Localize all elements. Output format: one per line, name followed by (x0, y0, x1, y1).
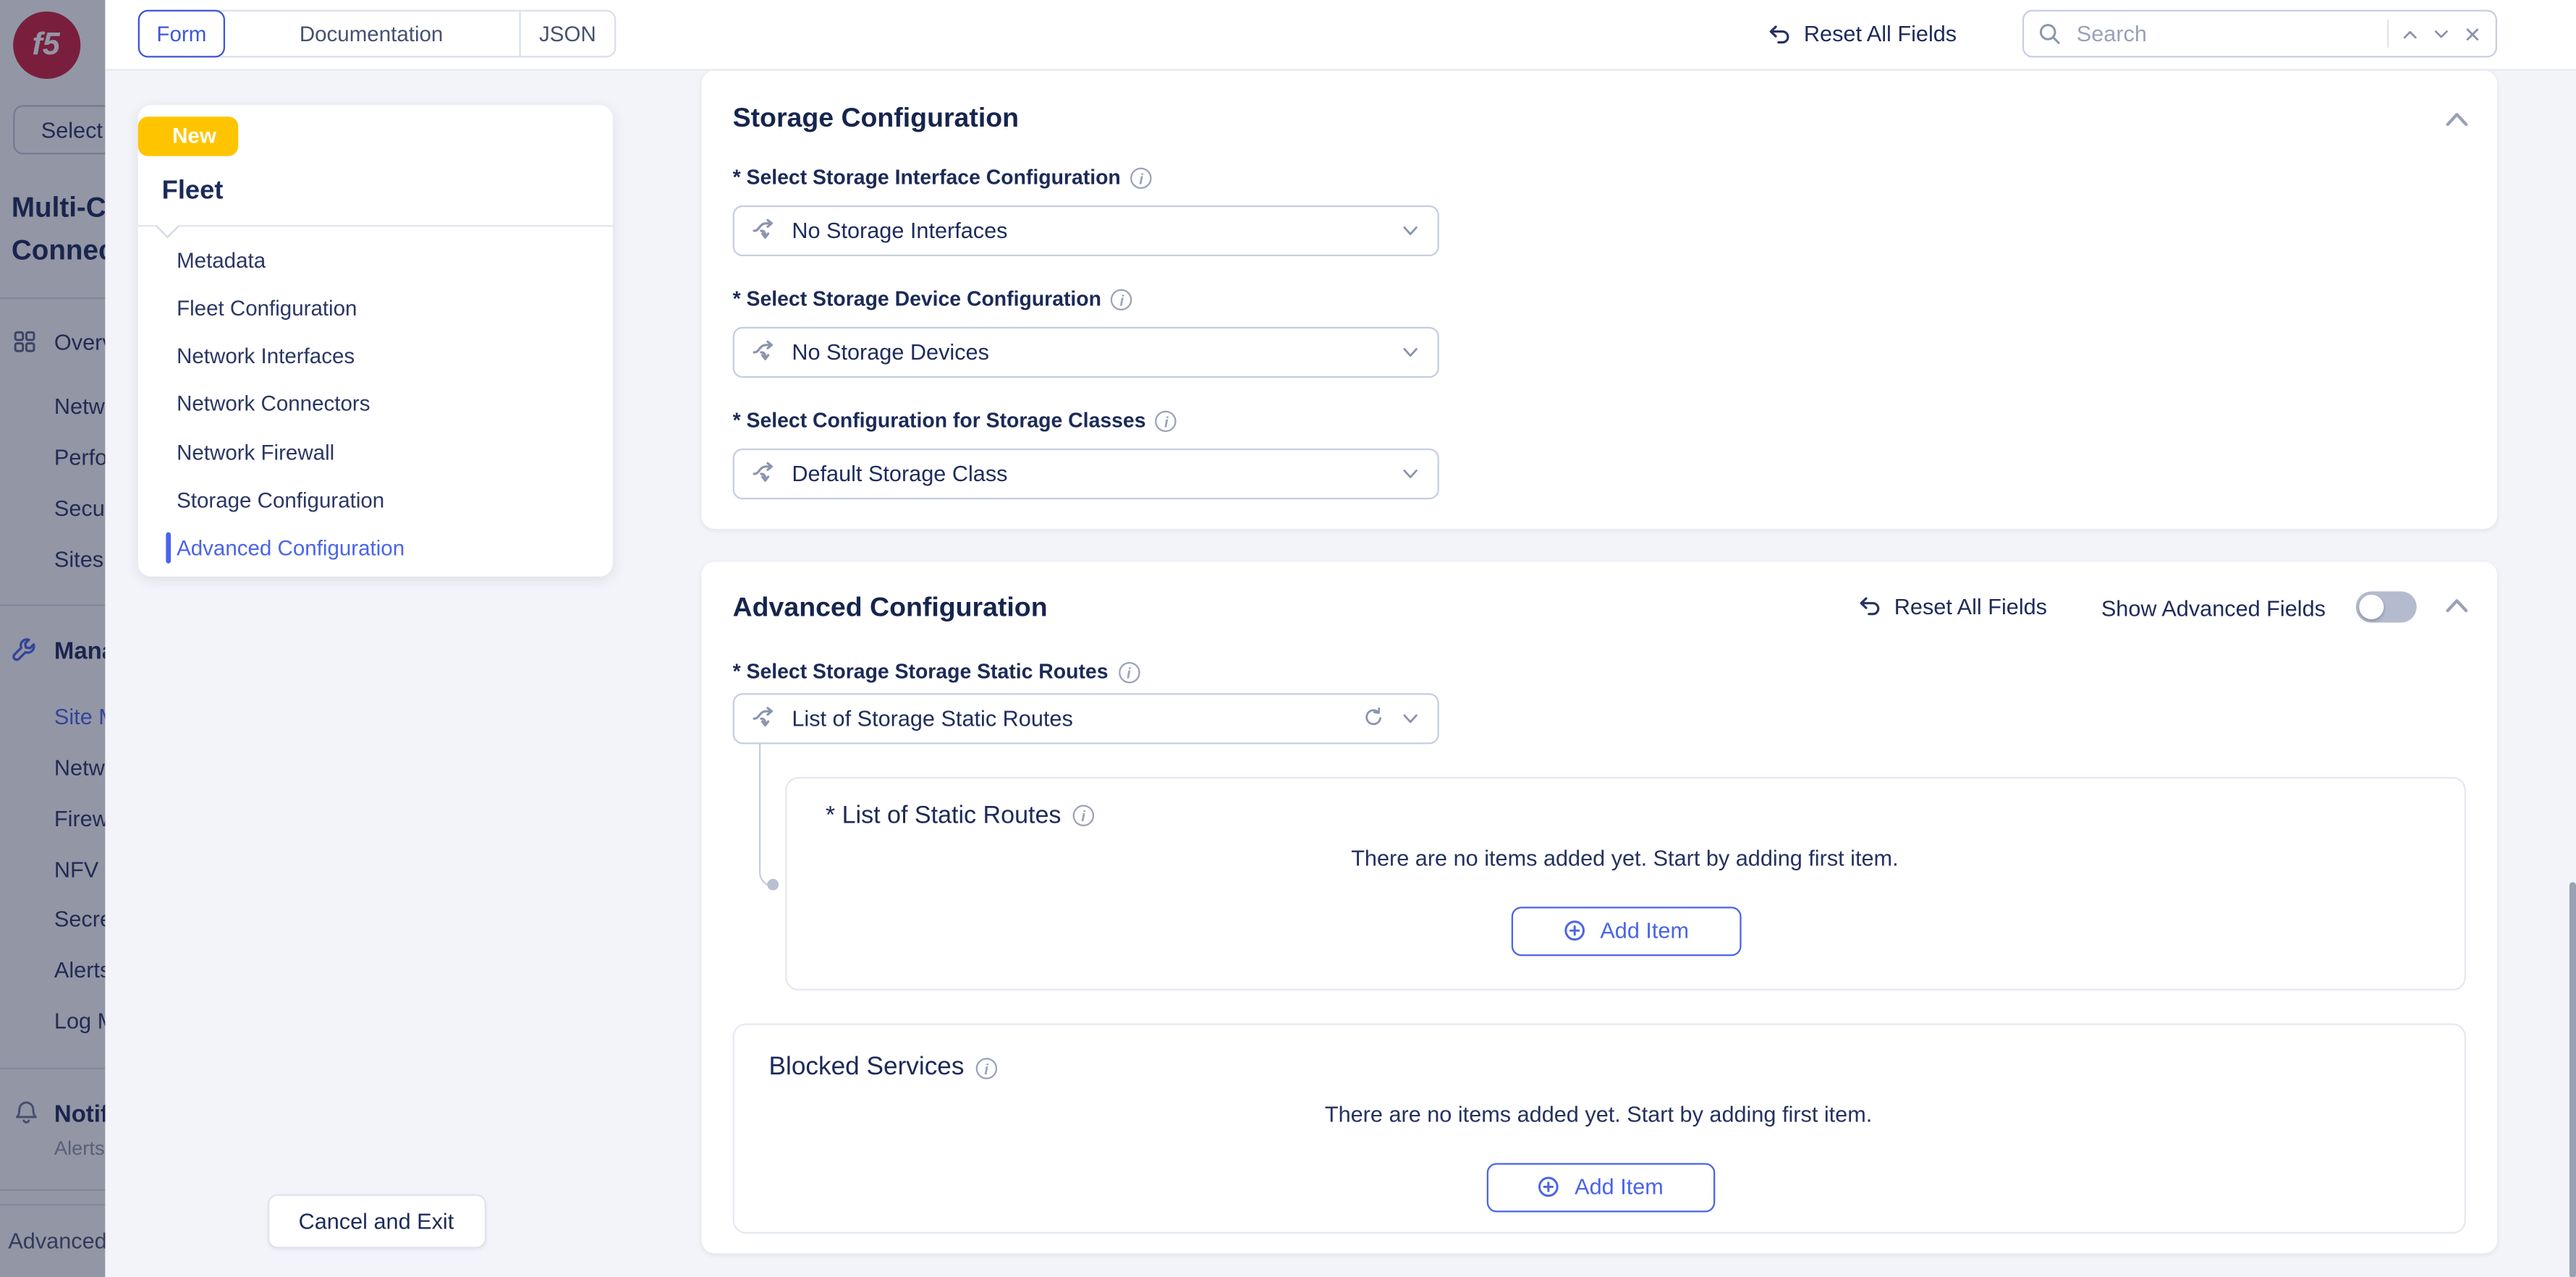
section-reset-all-fields-button[interactable]: Reset All Fields (1857, 593, 2047, 619)
chevron-down-icon (1399, 219, 1421, 241)
storage-static-routes-select[interactable]: List of Storage Static Routes (733, 692, 1439, 743)
storage-device-select[interactable]: No Storage Devices (733, 326, 1439, 377)
info-icon[interactable]: i (1118, 661, 1140, 683)
field-label: * Select Storage Interface Configuration… (733, 166, 1152, 189)
section-title: Advanced Configuration (733, 593, 1048, 624)
section-title: Storage Configuration (733, 103, 1019, 135)
form-nav-panel: New Fleet Metadata Fleet Configuration N… (137, 105, 613, 575)
info-icon[interactable]: i (1111, 288, 1133, 310)
empty-state-text: There are no items added yet. Start by a… (734, 1101, 2464, 1126)
search-input[interactable] (2073, 20, 2339, 48)
chevron-down-icon (1399, 462, 1421, 484)
empty-state-text: There are no items added yet. Start by a… (786, 845, 2463, 870)
new-badge: New (137, 116, 239, 155)
tab-json[interactable]: JSON (521, 12, 614, 56)
panel-divider (137, 226, 613, 227)
search-close-icon[interactable] (2462, 24, 2482, 43)
dropdown-value: Default Storage Class (792, 461, 1007, 485)
select-route-icon (751, 705, 777, 731)
form-nav-item-storage-configuration[interactable]: Storage Configuration (177, 488, 384, 512)
chevron-down-icon (1399, 341, 1421, 362)
info-icon[interactable]: i (1130, 166, 1152, 188)
storage-configuration-section: Storage Configuration * Select Storage I… (701, 71, 2497, 529)
search-divider (2387, 20, 2389, 48)
search-prev-icon[interactable] (2400, 24, 2420, 43)
chevron-down-icon (1399, 707, 1421, 729)
search-box (2022, 10, 2497, 58)
plus-circle-icon (1537, 1174, 1562, 1199)
field-label: * Select Storage Storage Static Routes i (733, 661, 1140, 684)
add-item-button[interactable]: Add Item (1511, 906, 1741, 955)
add-item-label: Add Item (1600, 918, 1689, 943)
info-icon[interactable]: i (975, 1057, 997, 1079)
form-nav-item-metadata[interactable]: Metadata (177, 248, 266, 273)
blocked-services-card: Blocked Services i There are no items ad… (732, 1022, 2465, 1234)
info-icon[interactable]: i (1072, 804, 1094, 826)
view-tabs: Form Documentation JSON (138, 10, 617, 58)
show-advanced-fields-label: Show Advanced Fields (2101, 596, 2326, 621)
add-item-button[interactable]: Add Item (1486, 1162, 1715, 1211)
add-item-label: Add Item (1575, 1174, 1664, 1199)
toggle-knob (2359, 594, 2384, 619)
static-routes-card: * List of Static Routes i There are no i… (784, 776, 2465, 990)
dropdown-value: No Storage Interfaces (792, 218, 1007, 242)
tab-documentation[interactable]: Documentation (224, 12, 521, 56)
field-label: * Select Configuration for Storage Class… (733, 409, 1177, 432)
static-routes-title: * List of Static Routes i (826, 801, 1094, 829)
dropdown-value: No Storage Devices (792, 339, 989, 364)
connector-dot (767, 878, 779, 890)
dropdown-value: List of Storage Static Routes (792, 705, 1072, 730)
info-icon[interactable]: i (1156, 410, 1177, 431)
search-next-icon[interactable] (2431, 24, 2451, 43)
storage-interface-select[interactable]: No Storage Interfaces (733, 205, 1439, 255)
cancel-and-exit-button[interactable]: Cancel and Exit (267, 1195, 486, 1249)
collapse-chevron-up-icon[interactable] (2444, 596, 2469, 614)
top-bar: Form Documentation JSON Reset All Fields (0, 0, 2576, 71)
form-nav-item-network-firewall[interactable]: Network Firewall (177, 440, 334, 464)
plus-circle-icon (1562, 918, 1587, 943)
form-nav-item-network-interfaces[interactable]: Network Interfaces (177, 344, 355, 368)
scrollbar-thumb[interactable] (2569, 882, 2576, 1277)
storage-classes-select[interactable]: Default Storage Class (733, 448, 1439, 499)
undo-icon (1857, 593, 1883, 619)
reset-all-fields-label: Reset All Fields (1804, 22, 1957, 46)
object-type-title: Fleet (162, 177, 224, 206)
field-label: * Select Storage Device Configuration i (733, 287, 1133, 310)
form-nav-item-network-connectors[interactable]: Network Connectors (177, 391, 370, 415)
active-item-indicator (166, 531, 171, 563)
form-nav-item-advanced-configuration[interactable]: Advanced Configuration (177, 535, 404, 560)
refresh-icon[interactable] (1362, 706, 1385, 729)
section-reset-label: Reset All Fields (1894, 594, 2047, 619)
advanced-configuration-section: Advanced Configuration Reset All Fields … (701, 561, 2497, 1252)
tab-form[interactable]: Form (138, 10, 225, 58)
panel-divider-notch (155, 215, 178, 238)
form-nav-item-fleet-configuration[interactable]: Fleet Configuration (177, 296, 357, 321)
undo-icon (1766, 20, 1792, 46)
modal-overlay-scrim (0, 0, 104, 1277)
select-route-icon (751, 460, 777, 486)
reset-all-fields-button[interactable]: Reset All Fields (1766, 20, 1957, 46)
collapse-chevron-up-icon[interactable] (2444, 110, 2469, 128)
select-route-icon (751, 217, 777, 243)
search-icon (2037, 22, 2062, 46)
nested-field-connector (758, 743, 775, 886)
app-root: Form Documentation JSON Reset All Fields (0, 0, 2576, 1277)
blocked-services-title: Blocked Services i (769, 1053, 997, 1082)
show-advanced-fields-toggle[interactable] (2356, 590, 2417, 621)
select-route-icon (751, 339, 777, 365)
